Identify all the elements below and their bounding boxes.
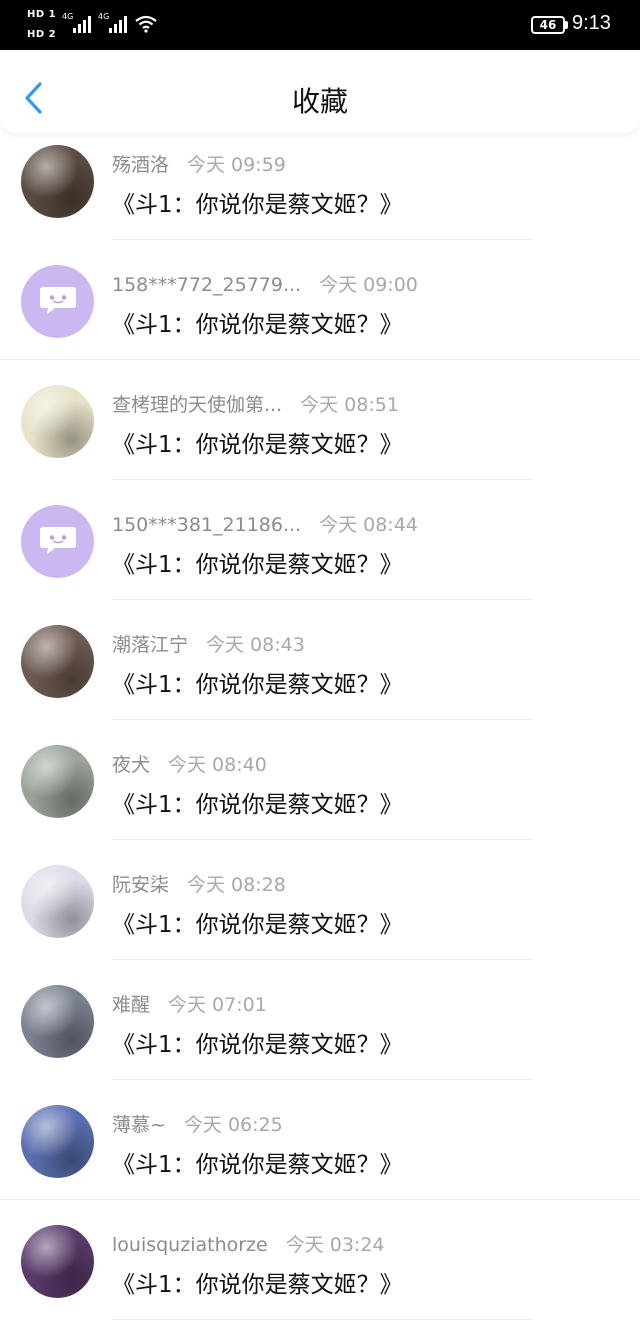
clock: 9:13 — [572, 12, 611, 34]
avatar[interactable] — [21, 1225, 94, 1298]
name-line: louisquziathorze 今天 03:24 — [112, 1230, 385, 1257]
list-item[interactable]: 殇酒洛 今天 09:59 《斗1：你说你是蔡文姬？》 — [0, 120, 640, 240]
user-name[interactable]: 薄慕~ — [112, 1114, 166, 1136]
timestamp: 今天 08:40 — [168, 754, 267, 776]
wifi-icon — [135, 15, 157, 33]
timestamp: 今天 08:28 — [187, 874, 286, 896]
user-name[interactable]: 158***772_25779... — [112, 274, 301, 296]
favorited-title[interactable]: 《斗1：你说你是蔡文姬？》 — [112, 305, 403, 339]
list-item[interactable]: 158***772_25779... 今天 09:00 《斗1：你说你是蔡文姬？》 — [0, 240, 640, 360]
avatar[interactable] — [21, 745, 94, 818]
divider — [112, 1319, 532, 1320]
user-name[interactable]: 阮安柒 — [112, 874, 169, 896]
favorited-title[interactable]: 《斗1：你说你是蔡文姬？》 — [112, 1025, 403, 1059]
avatar[interactable] — [21, 385, 94, 458]
list-item[interactable]: 难醒 今天 07:01 《斗1：你说你是蔡文姬？》 — [0, 960, 640, 1080]
user-name[interactable]: 150***381_21186... — [112, 514, 301, 536]
signal-icon — [109, 16, 127, 33]
name-line: 殇酒洛 今天 09:59 — [112, 150, 286, 177]
timestamp: 今天 06:25 — [183, 1114, 283, 1136]
status-bar: HD 1 HD 2 4G 4G 46 9:13 — [0, 0, 640, 50]
sim1-hd-label: HD 1 — [27, 9, 57, 20]
timestamp: 今天 09:59 — [187, 154, 286, 176]
avatar[interactable] — [21, 505, 94, 578]
avatar[interactable] — [21, 265, 94, 338]
list-item[interactable]: 查栲理的天使伽第... 今天 08:51 《斗1：你说你是蔡文姬？》 — [0, 360, 640, 480]
list-item[interactable]: louisquziathorze 今天 03:24 《斗1：你说你是蔡文姬？》 — [0, 1200, 640, 1320]
favorited-title[interactable]: 《斗1：你说你是蔡文姬？》 — [112, 665, 403, 699]
user-name[interactable]: 殇酒洛 — [112, 154, 169, 176]
header-bar: 收藏 — [0, 50, 640, 133]
name-line: 158***772_25779... 今天 09:00 — [112, 270, 418, 297]
name-line: 阮安柒 今天 08:28 — [112, 870, 286, 897]
user-name[interactable]: 夜犬 — [112, 754, 150, 776]
favorited-title[interactable]: 《斗1：你说你是蔡文姬？》 — [112, 545, 403, 579]
chat-bubble-icon — [40, 287, 76, 314]
avatar[interactable] — [21, 625, 94, 698]
timestamp: 今天 08:44 — [319, 514, 418, 536]
page-title: 收藏 — [291, 85, 348, 118]
user-name[interactable]: 潮落江宁 — [112, 634, 188, 656]
name-line: 薄慕~ 今天 06:25 — [112, 1110, 283, 1137]
sim2-hd-label: HD 2 — [27, 29, 57, 40]
timestamp: 今天 08:51 — [300, 394, 399, 416]
battery-tip — [565, 21, 568, 29]
favorited-title[interactable]: 《斗1：你说你是蔡文姬？》 — [112, 785, 403, 819]
favorited-title[interactable]: 《斗1：你说你是蔡文姬？》 — [112, 1265, 403, 1299]
name-line: 夜犬 今天 08:40 — [112, 750, 267, 777]
list-item[interactable]: 150***381_21186... 今天 08:44 《斗1：你说你是蔡文姬？》 — [0, 480, 640, 600]
name-line: 查栲理的天使伽第... 今天 08:51 — [112, 390, 399, 417]
name-line: 难醒 今天 07:01 — [112, 990, 267, 1017]
favorited-title[interactable]: 《斗1：你说你是蔡文姬？》 — [112, 425, 403, 459]
list-item[interactable]: 潮落江宁 今天 08:43 《斗1：你说你是蔡文姬？》 — [0, 600, 640, 720]
timestamp: 今天 08:43 — [206, 634, 305, 656]
avatar[interactable] — [21, 1105, 94, 1178]
list-item[interactable]: 夜犬 今天 08:40 《斗1：你说你是蔡文姬？》 — [0, 720, 640, 840]
chat-bubble-icon — [40, 527, 76, 554]
signal-icon — [73, 16, 91, 33]
name-line: 150***381_21186... 今天 08:44 — [112, 510, 418, 537]
list-item[interactable]: 阮安柒 今天 08:28 《斗1：你说你是蔡文姬？》 — [0, 840, 640, 960]
timestamp: 今天 07:01 — [168, 994, 267, 1016]
battery-indicator: 46 — [531, 16, 565, 34]
avatar[interactable] — [21, 985, 94, 1058]
timestamp: 今天 09:00 — [319, 274, 418, 296]
favorited-title[interactable]: 《斗1：你说你是蔡文姬？》 — [112, 1145, 403, 1179]
favorited-title[interactable]: 《斗1：你说你是蔡文姬？》 — [112, 185, 403, 219]
user-name[interactable]: louisquziathorze — [112, 1234, 268, 1256]
list-item[interactable]: 薄慕~ 今天 06:25 《斗1：你说你是蔡文姬？》 — [0, 1080, 640, 1200]
timestamp: 今天 03:24 — [285, 1234, 385, 1256]
avatar[interactable] — [21, 145, 94, 218]
name-line: 潮落江宁 今天 08:43 — [112, 630, 305, 657]
avatar[interactable] — [21, 865, 94, 938]
favorited-title[interactable]: 《斗1：你说你是蔡文姬？》 — [112, 905, 403, 939]
user-name[interactable]: 查栲理的天使伽第... — [112, 394, 282, 416]
user-name[interactable]: 难醒 — [112, 994, 150, 1016]
